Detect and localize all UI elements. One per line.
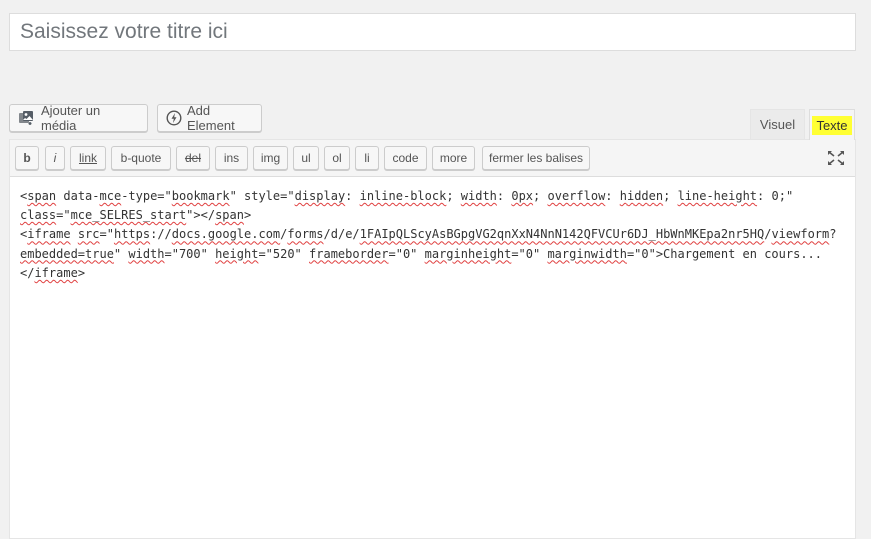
spellcheck-flagged-token: https <box>113 227 151 242</box>
qt-img-button[interactable]: img <box>253 146 288 170</box>
spellcheck-flagged-token: docs.google.com <box>171 227 281 242</box>
spellcheck-flagged-token: bookmark <box>171 189 230 203</box>
add-element-button[interactable]: Add Element <box>157 103 262 133</box>
qt-li-button[interactable]: li <box>355 146 379 170</box>
code-token: " <box>113 246 129 261</box>
spellcheck-flagged-token: 0px <box>511 189 534 203</box>
qt-link-button[interactable]: link <box>70 146 106 170</box>
code-line: </iframe> <box>20 264 845 283</box>
spellcheck-flagged-token: iframe <box>34 265 78 280</box>
code-line: <iframe src="https://docs.google.com/for… <box>20 225 845 244</box>
spellcheck-flagged-token: width <box>128 246 165 261</box>
spellcheck-flagged-token: mce <box>99 189 122 203</box>
qt-ul-button[interactable]: ul <box>293 146 319 170</box>
spellcheck-flagged-token: viewform <box>771 227 830 242</box>
code-token: ? <box>829 227 837 242</box>
tab-visual[interactable]: Visuel <box>750 109 805 139</box>
spellcheck-flagged-token: width <box>460 189 497 203</box>
code-line: embedded=true" width="700" height="520" … <box>20 245 845 264</box>
editor-container: b i link b-quote del ins img ul ol li co… <box>9 139 856 539</box>
spellcheck-flagged-token: frameborder <box>309 246 389 261</box>
qt-bold-button[interactable]: b <box>15 146 39 170</box>
spellcheck-flagged-token: marginwidth <box>547 246 627 261</box>
spellcheck-flagged-token: src <box>77 227 100 242</box>
code-token: ="0">Chargement en cours... <box>626 246 823 261</box>
spellcheck-flagged-token: height <box>215 246 259 261</box>
code-token: : <box>605 189 620 203</box>
spellcheck-flagged-token: span <box>215 208 244 223</box>
add-element-label: Add Element <box>187 103 235 133</box>
code-token: ="0" <box>388 246 425 261</box>
qt-close-tags-button[interactable]: fermer les balises <box>482 146 590 170</box>
spellcheck-flagged-token: line-height <box>677 189 758 203</box>
code-token: /d/e/ <box>323 227 360 242</box>
code-token: " style=" <box>229 189 295 203</box>
spellcheck-flagged-token: class <box>20 208 57 223</box>
code-token: > <box>77 265 86 280</box>
spellcheck-flagged-token: embedded=true <box>20 246 114 261</box>
quicktags-toolbar: b i link b-quote del ins img ul ol li co… <box>10 140 855 177</box>
code-token: data- <box>56 189 100 203</box>
spellcheck-flagged-token: 1FAIpQLScyAsBGpgVG2qnXxN4NnN142QFVCUr6DJ… <box>359 227 765 242</box>
code-token: : 0;" <box>757 189 794 203</box>
qt-ins-button[interactable]: ins <box>215 146 248 170</box>
code-token: ; <box>663 189 678 203</box>
code-token: ; <box>446 189 461 203</box>
code-token: : <box>496 189 512 203</box>
fullscreen-icon[interactable] <box>827 150 845 166</box>
qt-italic-button[interactable]: i <box>45 146 65 170</box>
qt-del-button[interactable]: del <box>176 146 210 170</box>
tab-text[interactable]: Texte <box>809 109 855 140</box>
add-media-label: Ajouter un média <box>41 103 101 133</box>
code-token: "></ <box>186 208 216 223</box>
code-textarea[interactable]: <span data-mce-type="bookmark" style="di… <box>10 177 855 293</box>
spellcheck-flagged-token: span <box>27 189 57 203</box>
qt-ol-button[interactable]: ol <box>324 146 350 170</box>
tab-text-label: Texte <box>812 115 852 135</box>
spellcheck-flagged-token: iframe <box>27 227 71 242</box>
code-token: =" <box>99 227 114 242</box>
code-token: ; <box>533 189 548 203</box>
code-token: </ <box>20 265 35 280</box>
code-line: class="mce_SELRES_start"></span> <box>20 206 845 225</box>
bolt-icon <box>166 110 182 126</box>
code-token: : <box>345 189 360 203</box>
tab-visual-label: Visuel <box>759 117 796 132</box>
qt-blockquote-button[interactable]: b-quote <box>111 146 171 170</box>
code-token: > <box>243 208 252 223</box>
spellcheck-flagged-token: inline-block <box>359 189 447 203</box>
qt-code-button[interactable]: code <box>384 146 427 170</box>
code-token: ="700" <box>164 246 216 261</box>
add-media-button[interactable]: Ajouter un média <box>9 103 148 133</box>
spellcheck-flagged-token: marginheight <box>424 246 512 261</box>
spellcheck-flagged-token: overflow <box>547 189 606 203</box>
qt-more-button[interactable]: more <box>432 146 475 170</box>
media-icon <box>18 110 36 126</box>
code-token: ="520" <box>258 246 310 261</box>
spellcheck-flagged-token: mce_SELRES_start <box>70 208 187 223</box>
code-token: :// <box>150 227 172 242</box>
code-line: <span data-mce-type="bookmark" style="di… <box>20 187 845 206</box>
spellcheck-flagged-token: forms <box>287 227 324 242</box>
spellcheck-flagged-token: hidden <box>619 189 664 203</box>
post-title-input[interactable] <box>9 13 856 51</box>
spellcheck-flagged-token: display <box>294 189 346 203</box>
code-token: ="0" <box>511 246 548 261</box>
code-token: =" <box>56 208 71 223</box>
code-token: -type=" <box>121 189 172 203</box>
